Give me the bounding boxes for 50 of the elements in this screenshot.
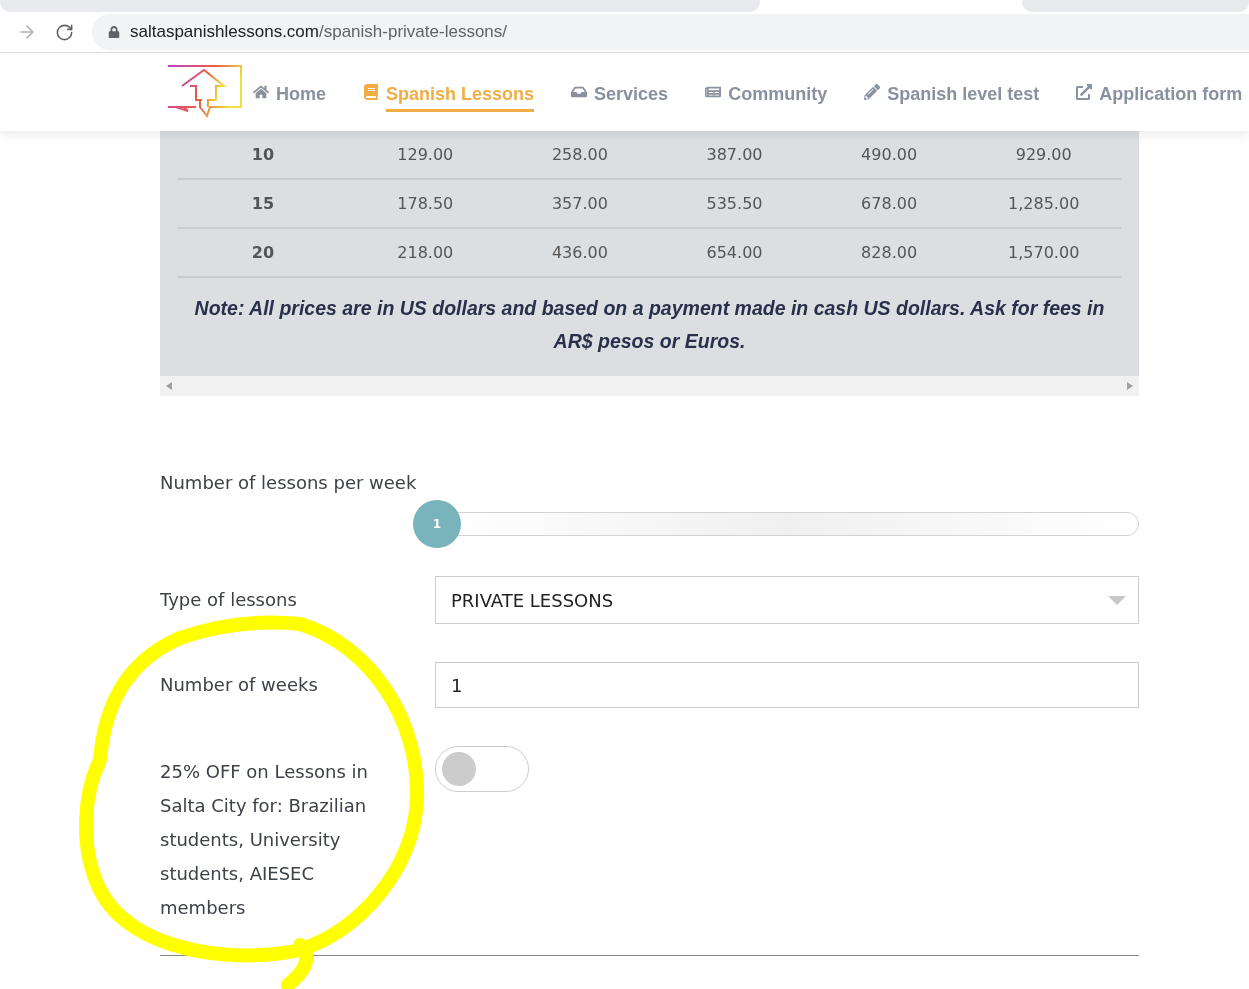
nav-link[interactable]: Services — [571, 72, 669, 112]
lesson-type-select[interactable]: PRIVATE LESSONS — [435, 576, 1139, 624]
caret-icon — [1108, 595, 1126, 605]
field-label: 25% OFF on Lessons in Salta City for: Brazilian students, University students, AIESEC members — [160, 760, 369, 920]
field-label: Number of weeks — [160, 673, 319, 697]
field-label: Number of lessons per week — [160, 472, 417, 493]
newspaper-icon — [705, 84, 722, 100]
table-cell-text: 178.50 — [396, 194, 455, 213]
reload-icon[interactable] — [55, 22, 74, 42]
external-link-icon — [1076, 84, 1093, 100]
table-cell-text: 129.00 — [396, 145, 455, 164]
address-bar[interactable]: saltaspanishlessons.com/spanish-private-lessons/ — [92, 14, 1249, 50]
table-cell-text: 20 — [250, 243, 276, 262]
table-cell-text: 357.00 — [550, 194, 609, 213]
horizontal-scrollbar[interactable] — [160, 376, 1139, 396]
slider-thumb[interactable]: 1 — [413, 500, 461, 548]
table-cell-text: 828.00 — [860, 243, 919, 262]
url-host: saltaspanishlessons.com — [130, 22, 319, 41]
scroll-left-icon — [166, 382, 172, 390]
discount-toggle[interactable] — [435, 746, 529, 792]
home-icon — [253, 84, 269, 100]
nav-link[interactable]: Spanish level test — [864, 72, 1040, 112]
nav-link[interactable]: Community — [705, 72, 828, 112]
table-cell-text: 929.00 — [1014, 145, 1073, 164]
weeks-input[interactable]: 1 — [435, 662, 1139, 708]
table-cell-text: 678.00 — [860, 194, 919, 213]
nav-link[interactable]: Application form — [1076, 72, 1243, 112]
tray-icon — [571, 84, 588, 100]
nav-link[interactable]: Home — [253, 72, 326, 112]
table-cell-text: 436.00 — [550, 243, 609, 262]
url-path: /spanish-private-lessons/ — [319, 22, 507, 41]
nav-link[interactable]: Spanish Lessons — [363, 72, 535, 112]
scroll-right-icon — [1127, 382, 1133, 390]
table-cell-text: 490.00 — [860, 145, 919, 164]
price-note: Note: All prices are in US dollars and based on a payment made in cash US dollars. Ask for fees in AR$ pesos or Euros. — [193, 296, 1106, 354]
table-cell-text: 218.00 — [396, 243, 455, 262]
lock-icon — [108, 26, 120, 38]
field-label: Type of lessons — [160, 588, 298, 612]
table-cell-text: 387.00 — [705, 145, 764, 164]
lessons-slider[interactable]: 1 — [413, 500, 1139, 548]
table-cell-text: 258.00 — [550, 145, 609, 164]
table-cell-text: 654.00 — [705, 243, 764, 262]
logo-icon[interactable] — [166, 64, 243, 120]
table-cell-text: 15 — [250, 194, 276, 213]
pencil-icon — [864, 84, 881, 100]
table-cell-text: 1,285.00 — [1007, 194, 1081, 213]
table-cell-text: 535.50 — [705, 194, 764, 213]
table-cell-text: 1,570.00 — [1007, 243, 1081, 262]
table-cell-text: 10 — [250, 145, 276, 164]
book-icon — [363, 84, 379, 100]
